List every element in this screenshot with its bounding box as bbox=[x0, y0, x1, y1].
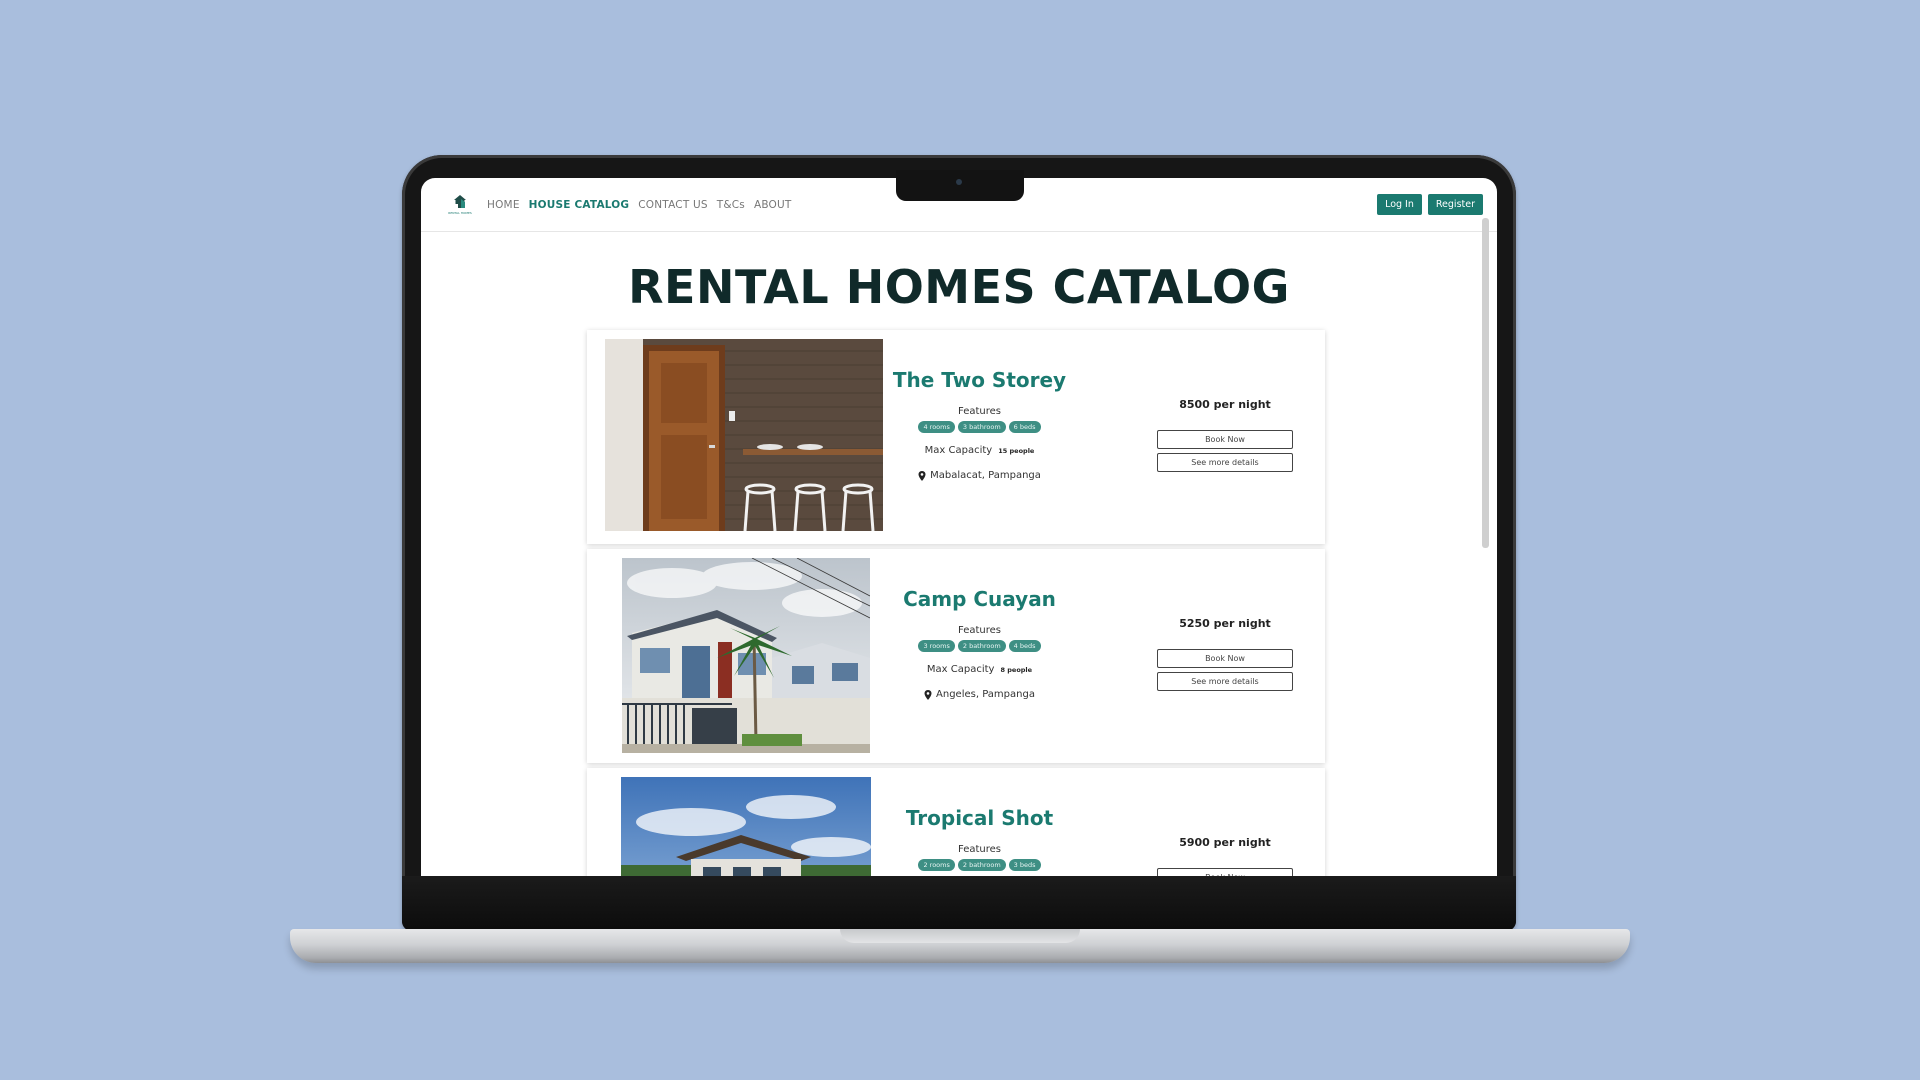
feature-tags: 3 rooms 2 bathroom 4 beds bbox=[918, 640, 1041, 652]
book-now-button[interactable]: Book Now bbox=[1157, 649, 1293, 668]
page-title: RENTAL HOMES CATALOG bbox=[628, 260, 1290, 314]
listing-image[interactable] bbox=[622, 558, 870, 753]
capacity-label: Max Capacity bbox=[926, 664, 995, 675]
listing-actions: 5900 per night Book Now bbox=[1157, 836, 1293, 876]
capacity-label: Max Capacity bbox=[924, 445, 993, 456]
laptop-bottom-bezel bbox=[402, 876, 1516, 931]
nav-link-home[interactable]: HOME bbox=[487, 199, 520, 211]
listing-card: Tropical Shot Features 2 rooms 2 bathroo… bbox=[587, 768, 1325, 876]
nav-link-about[interactable]: ABOUT bbox=[754, 199, 792, 211]
listing-location: Mabalacat, Pampanga bbox=[918, 470, 1041, 481]
logo-text: RENTAL HOMES bbox=[448, 211, 472, 215]
listing-image[interactable] bbox=[605, 339, 883, 531]
laptop-base-notch bbox=[840, 929, 1080, 943]
listing-actions: 5250 per night Book Now See more details bbox=[1157, 617, 1293, 691]
listing-info: Camp Cuayan Features 3 rooms 2 bathroom … bbox=[877, 587, 1082, 700]
laptop-screen: RENTAL HOMES HOME HOUSE CATALOG CONTACT … bbox=[421, 178, 1497, 876]
listing-title[interactable]: Camp Cuayan bbox=[903, 587, 1056, 611]
listing-photo-house bbox=[622, 558, 870, 753]
listing-card: The Two Storey Features 4 rooms 3 bathro… bbox=[587, 330, 1325, 544]
max-capacity: Max Capacity 8 people bbox=[927, 664, 1032, 675]
feature-tags: 4 rooms 3 bathroom 6 beds bbox=[918, 421, 1041, 433]
feature-tag: 3 bathroom bbox=[957, 421, 1006, 433]
auth-buttons: Log In Register bbox=[1377, 194, 1483, 215]
feature-tag: 4 rooms bbox=[918, 421, 955, 433]
location-text: Angeles, Pampanga bbox=[936, 689, 1035, 700]
nav-links: HOME HOUSE CATALOG CONTACT US T&Cs ABOUT bbox=[487, 199, 792, 211]
listing-price: 5250 per night bbox=[1179, 617, 1271, 630]
listing-info: Tropical Shot Features 2 rooms 2 bathroo… bbox=[877, 806, 1082, 871]
register-button[interactable]: Register bbox=[1427, 194, 1483, 215]
location-text: Mabalacat, Pampanga bbox=[930, 470, 1041, 481]
listing-photo-interior bbox=[605, 339, 883, 531]
book-now-button[interactable]: Book Now bbox=[1157, 430, 1293, 449]
camera-notch bbox=[896, 170, 1024, 201]
nav-link-terms[interactable]: T&Cs bbox=[717, 199, 745, 211]
listing-price: 8500 per night bbox=[1179, 398, 1271, 411]
listing-title[interactable]: Tropical Shot bbox=[906, 806, 1053, 830]
features-label: Features bbox=[958, 406, 1001, 417]
listing-info: The Two Storey Features 4 rooms 3 bathro… bbox=[877, 368, 1082, 481]
listing-card: Camp Cuayan Features 3 rooms 2 bathroom … bbox=[587, 549, 1325, 763]
feature-tag: 3 rooms bbox=[918, 640, 955, 652]
feature-tag: 2 rooms bbox=[918, 859, 955, 871]
listing-title[interactable]: The Two Storey bbox=[893, 368, 1066, 392]
max-capacity: Max Capacity 15 people bbox=[925, 445, 1035, 456]
see-more-details-button[interactable]: See more details bbox=[1157, 453, 1293, 472]
feature-tag: 2 bathroom bbox=[957, 640, 1006, 652]
feature-tag: 6 beds bbox=[1008, 421, 1041, 433]
location-pin-icon bbox=[918, 470, 926, 481]
features-label: Features bbox=[958, 844, 1001, 855]
features-label: Features bbox=[958, 625, 1001, 636]
listing-photo-tropical-house bbox=[621, 777, 871, 876]
listing-actions: 8500 per night Book Now See more details bbox=[1157, 398, 1293, 472]
house-logo-icon bbox=[454, 195, 466, 208]
book-now-button[interactable]: Book Now bbox=[1157, 868, 1293, 876]
listing-location: Angeles, Pampanga bbox=[924, 689, 1035, 700]
location-pin-icon bbox=[924, 689, 932, 700]
listing-price: 5900 per night bbox=[1179, 836, 1271, 849]
see-more-details-button[interactable]: See more details bbox=[1157, 672, 1293, 691]
nav-link-contact-us[interactable]: CONTACT US bbox=[638, 199, 707, 211]
camera-icon bbox=[956, 179, 962, 185]
feature-tag: 3 beds bbox=[1008, 859, 1041, 871]
capacity-value: 15 people bbox=[998, 446, 1035, 455]
login-button[interactable]: Log In bbox=[1377, 194, 1422, 215]
feature-tag: 4 beds bbox=[1008, 640, 1041, 652]
site-logo[interactable]: RENTAL HOMES bbox=[443, 194, 477, 215]
feature-tags: 2 rooms 2 bathroom 3 beds bbox=[918, 859, 1041, 871]
listing-image[interactable] bbox=[621, 777, 871, 876]
nav-link-house-catalog[interactable]: HOUSE CATALOG bbox=[529, 199, 630, 211]
feature-tag: 2 bathroom bbox=[957, 859, 1006, 871]
capacity-value: 8 people bbox=[1000, 665, 1033, 674]
